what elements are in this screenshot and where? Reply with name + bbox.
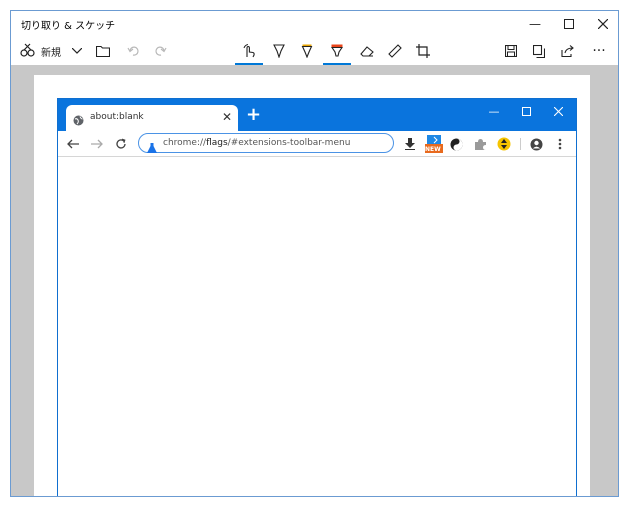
updown-extension-button[interactable] [496,136,512,152]
ballpoint-pen-button[interactable] [267,39,291,63]
download-extension-button[interactable] [402,136,418,152]
kebab-menu-icon [558,138,562,150]
undo-icon [127,46,139,56]
folder-icon [96,45,110,57]
browser-close-icon [553,106,563,116]
pencil-button[interactable] [295,39,319,63]
back-button[interactable] [64,135,82,153]
more-icon: ··· [592,43,606,59]
forward-button[interactable] [88,135,106,153]
eraser-icon [360,46,374,57]
updown-arrows-icon [497,137,511,151]
browser-toolbar: chrome://flags/#extensions-toolbar-menu … [58,131,576,157]
open-file-button[interactable] [91,39,115,63]
snip-sketch-window: 切り取り & スケッチ — 新規 ··· about:blank ✕ + — c… [10,10,619,497]
new-badge-text: NEW [425,146,441,153]
new-label: 新規 [41,47,61,59]
highlighter-icon [331,44,343,57]
toolbar: 新規 ··· [11,37,618,65]
close-icon [598,19,608,29]
close-button[interactable] [586,11,618,37]
ruler-icon [388,44,402,58]
more-options-button[interactable]: ··· [587,39,611,63]
window-title: 切り取り & スケッチ [21,21,116,32]
maximize-icon [564,19,574,29]
page-content-area [58,157,576,496]
redo-button[interactable] [149,39,173,63]
profile-button[interactable] [528,136,544,152]
browser-maximize-icon [521,106,531,116]
reload-icon [116,138,126,149]
crop-button[interactable] [411,39,435,63]
touch-writing-button[interactable] [235,39,263,65]
save-button[interactable] [499,39,523,63]
toolbar-divider [520,138,521,150]
save-icon [505,45,517,57]
tab-close-icon[interactable]: ✕ [222,110,232,124]
globe-icon [73,111,84,130]
maximize-button[interactable] [552,11,586,37]
browser-tab-strip: about:blank ✕ + — [58,99,576,131]
share-icon [560,45,574,57]
browser-minimize-button[interactable]: — [478,99,510,123]
new-tab-button[interactable]: + [246,104,261,125]
touch-writing-icon [243,44,255,58]
chevron-down-icon [72,48,82,54]
snip-icon [20,43,35,57]
crop-icon [416,44,430,58]
url-scheme: chrome:// [163,138,207,148]
browser-close-button[interactable] [542,99,574,123]
ballpoint-pen-icon [273,44,285,58]
reload-button[interactable] [112,135,130,153]
pencil-icon [301,44,313,58]
ruler-button[interactable] [383,39,407,63]
profile-icon [530,138,542,150]
forward-arrow-icon [91,139,103,149]
puzzle-extension-button[interactable] [472,136,488,152]
new-extension-button[interactable]: NEW [424,135,444,153]
minimize-button[interactable]: — [518,11,552,37]
yin-yang-icon [450,138,462,150]
highlighter-button[interactable] [323,39,351,65]
tab-title: about:blank [90,112,144,122]
browser-maximize-button[interactable] [510,99,542,123]
puzzle-icon [474,138,486,150]
url-path: /#extensions-toolbar-menu [227,138,351,148]
copy-icon [533,44,545,58]
address-text: chrome://flags/#extensions-toolbar-menu [163,138,350,148]
redo-icon [155,46,167,56]
copy-button[interactable] [527,39,551,63]
yin-yang-extension-button[interactable] [448,136,464,152]
snip-mode-dropdown[interactable] [67,39,87,63]
browser-tab[interactable]: about:blank ✕ [66,105,238,131]
captured-browser-window: about:blank ✕ + — chrome://flags/#extens… [57,98,577,496]
flask-icon [147,138,157,157]
url-host: flags [206,138,228,148]
eraser-button[interactable] [355,39,379,63]
undo-button[interactable] [121,39,145,63]
title-bar: 切り取り & スケッチ — [11,11,618,37]
back-arrow-icon [67,139,79,149]
address-bar[interactable]: chrome://flags/#extensions-toolbar-menu [138,133,394,153]
browser-menu-button[interactable] [552,136,568,152]
share-button[interactable] [555,39,579,63]
download-icon [405,138,415,150]
